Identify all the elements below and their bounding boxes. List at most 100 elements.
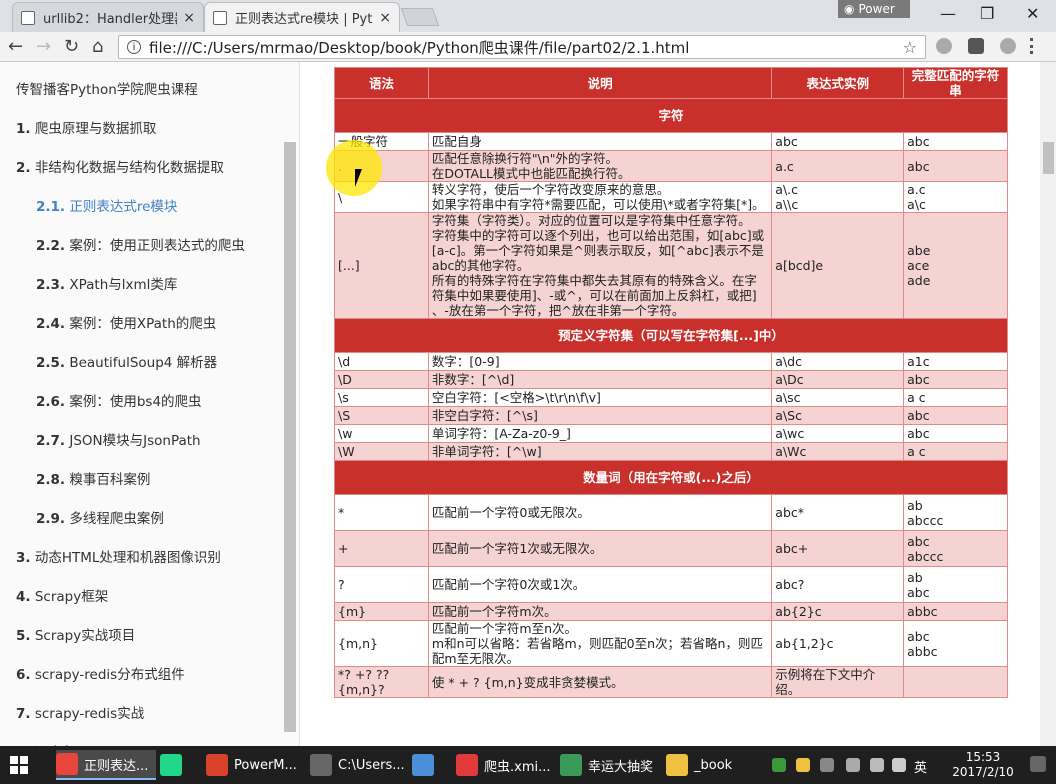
desc-line: 所有的特殊字符在字符集中都失去其原有的特殊含义。在字 <box>431 273 757 288</box>
info-icon[interactable]: i <box>127 40 141 54</box>
example-line: a\Sc <box>775 408 802 423</box>
taskbar-app[interactable]: C:\Users... <box>310 750 410 780</box>
tab-re-module[interactable]: 正则表达式re模块 | Pyth × <box>204 2 400 32</box>
network-icon[interactable] <box>846 758 860 772</box>
sidebar-item[interactable]: 2.8. 糗事百科案例 <box>36 468 150 488</box>
match-line: ab <box>907 497 923 513</box>
taskbar-app[interactable]: PowerM... <box>206 750 306 780</box>
taskbar-app[interactable] <box>412 750 452 780</box>
desc-line: 匹配前一个字符m至n次。 <box>431 621 578 636</box>
desc-cell: 匹配前一个字符1次或无限次。 <box>427 530 773 567</box>
extension-icon[interactable] <box>936 38 952 54</box>
match-line: a1c <box>907 354 930 369</box>
desc-line: 单词字符：[A-Za-z0-9_] <box>431 426 571 441</box>
match-line: abbc <box>907 604 938 619</box>
match-cell: abc <box>903 424 1008 443</box>
close-icon[interactable]: × <box>183 10 195 26</box>
back-icon[interactable]: ← <box>8 36 23 57</box>
ime-indicator[interactable]: 英 <box>914 757 927 776</box>
desc-cell: 匹配前一个字符0或无限次。 <box>427 494 773 531</box>
sidebar-item[interactable]: 2.7. JSON模块与JsonPath <box>36 429 201 449</box>
scrollbar-thumb[interactable] <box>1043 142 1054 174</box>
tray-icon[interactable] <box>796 758 810 772</box>
example-line: a\sc <box>775 390 801 405</box>
taskbar-app[interactable]: 幸运大抽奖 <box>560 750 660 780</box>
header-example: 表达式实例 <box>771 67 905 99</box>
table-row: \d 数字：[0-9] a\dc a1c <box>334 352 1008 371</box>
match-line: a.c <box>907 182 926 197</box>
syntax-cell: [...] <box>334 212 429 319</box>
app-icon <box>310 754 332 776</box>
url-text[interactable]: file:///C:/Users/mrmao/Desktop/book/Pyth… <box>149 37 903 58</box>
match-cell <box>903 666 1008 698</box>
minimize-button[interactable]: — <box>940 4 956 23</box>
sidebar-item[interactable]: 2.2. 案例：使用正则表达式的爬虫 <box>36 234 245 254</box>
sidebar-item[interactable]: 2.9. 多线程爬虫案例 <box>36 507 164 527</box>
desc-cell: 转义字符，使后一个字符改变原来的意思。 如果字符串中有字符*需要匹配，可以使用\*… <box>427 181 773 213</box>
desc-line: 符集中如果要使用]、-或^，可以在前面加上反斜杠，或把] <box>431 288 757 303</box>
reload-icon[interactable]: ↻ <box>64 36 79 57</box>
match-line: ade <box>907 273 931 288</box>
desc-line: 使 * + ? {m,n}变成非贪婪模式。 <box>431 674 624 690</box>
match-cell: abbc <box>903 602 1008 621</box>
notification-icon[interactable] <box>1030 756 1046 772</box>
tray-icon[interactable] <box>892 758 906 772</box>
taskbar-app[interactable] <box>160 750 200 780</box>
example-line: a\.c <box>775 182 798 197</box>
menu-icon[interactable] <box>1030 38 1034 54</box>
match-cell: ab abccc <box>903 494 1008 531</box>
sidebar-item[interactable]: 7. scrapy-redis实战 <box>16 702 144 722</box>
extension-icon[interactable] <box>1000 38 1016 54</box>
sidebar-scrollbar[interactable] <box>284 142 296 732</box>
extension-icon[interactable] <box>968 38 984 54</box>
match-cell: abc <box>903 406 1008 425</box>
volume-icon[interactable] <box>870 758 884 772</box>
forward-icon[interactable]: → <box>36 36 51 57</box>
page-scrollbar[interactable] <box>1040 62 1056 746</box>
section-header-row: 预定义字符集（可以写在字符集[...]中） <box>334 318 1008 353</box>
tray-icon[interactable] <box>820 758 834 772</box>
taskbar-app[interactable]: 爬虫.xmi... <box>456 750 556 780</box>
close-icon[interactable]: × <box>379 10 391 26</box>
taskbar-app[interactable]: 正则表达... <box>56 750 156 780</box>
table-row: [...] 字符集（字符类）。对应的位置可以是字符集中任意字符。 字符集中的字符可以… <box>334 212 1008 319</box>
home-icon[interactable]: ⌂ <box>92 36 103 57</box>
sidebar-item[interactable]: 3. 动态HTML处理和机器图像识别 <box>16 546 221 566</box>
sidebar-item[interactable]: 2.6. 案例：使用bs4的爬虫 <box>36 390 202 410</box>
sidebar-item[interactable]: 2.1. 正则表达式re模块 <box>36 195 177 215</box>
sidebar-item[interactable]: 2. 非结构化数据与结构化数据提取 <box>16 156 224 176</box>
desc-cell: 匹配任意除换行符"\n"外的字符。 在DOTALL模式中也能匹配换行符。 <box>427 150 773 182</box>
maximize-button[interactable]: ❐ <box>980 4 994 23</box>
address-bar[interactable]: i file:///C:/Users/mrmao/Desktop/book/Py… <box>118 35 926 59</box>
sidebar-title[interactable]: 传智播客Python学院爬虫课程 <box>16 78 198 98</box>
close-window-button[interactable]: ✕ <box>1026 4 1039 23</box>
tray-icon[interactable] <box>772 758 786 772</box>
match-cell: abc <box>903 132 1008 151</box>
sidebar-item[interactable]: 4. Scrapy框架 <box>16 585 108 605</box>
bookmark-star-icon[interactable]: ☆ <box>903 38 917 57</box>
table-row: {m} 匹配前一个字符m次。 ab{2}c abbc <box>334 602 1008 621</box>
power-badge: ◉ Power <box>838 0 910 18</box>
syntax-cell: \w <box>334 424 429 443</box>
clock[interactable]: 15:53 2017/2/10 <box>948 750 1018 780</box>
windows-start-icon[interactable] <box>10 756 28 774</box>
sidebar-item[interactable]: 1. 爬虫原理与数据抓取 <box>16 117 156 137</box>
syntax-cell: \W <box>334 442 429 461</box>
sidebar-item[interactable]: 2.5. BeautifulSoup4 解析器 <box>36 351 217 371</box>
taskbar-app[interactable]: _book <box>666 750 766 780</box>
match-line: abc <box>907 134 930 149</box>
match-cell: abc abccc <box>903 530 1008 567</box>
new-tab-button[interactable] <box>400 8 440 26</box>
tab-urllib2[interactable]: urllib2：Handler处理器 × <box>12 2 204 32</box>
desc-line: 如果字符串中有字符*需要匹配，可以使用\*或者字符集[*]。 <box>431 197 765 212</box>
page-icon <box>21 10 35 25</box>
desc-cell: 字符集（字符类）。对应的位置可以是字符集中任意字符。 字符集中的字符可以逐个列出，… <box>427 212 773 319</box>
sidebar-item[interactable]: 5. Scrapy实战项目 <box>16 624 135 644</box>
sidebar-item[interactable]: 2.4. 案例：使用XPath的爬虫 <box>36 312 216 332</box>
sidebar-item[interactable]: 2.3. XPath与lxml类库 <box>36 273 177 293</box>
match-line: abe <box>907 243 931 258</box>
sidebar-item[interactable]: 6. scrapy-redis分布式组件 <box>16 663 185 683</box>
desc-line: 字符集（字符类）。对应的位置可以是字符集中任意字符。 <box>431 213 751 228</box>
table-row: ? 匹配前一个字符0次或1次。 abc? ab abc <box>334 566 1008 603</box>
table-row: *? +? ?? {m,n}? 使 * + ? {m,n}变成非贪婪模式。 示例将在… <box>334 666 1008 698</box>
